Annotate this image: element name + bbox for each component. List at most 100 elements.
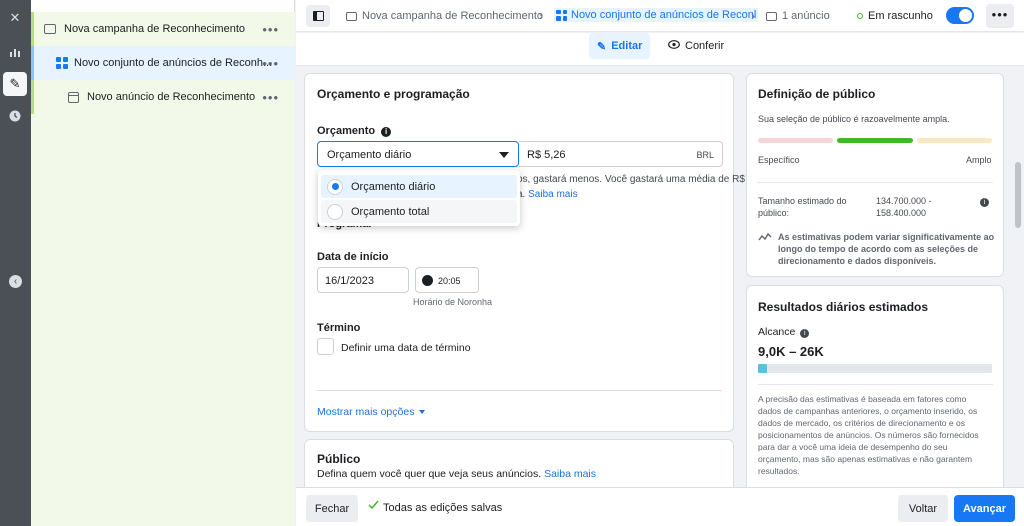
audience-meter-high [917, 138, 992, 143]
audience-def-subtitle: Sua seleção de público é razoavelmente a… [758, 114, 950, 124]
start-date-input[interactable]: 16/1/2023 [317, 267, 409, 293]
breadcrumb-ad-set-label: Novo conjunto de anúncios de Reconl [571, 9, 757, 21]
option-daily-budget[interactable]: Orçamento diário [321, 175, 517, 198]
info-icon[interactable]: i [980, 198, 989, 207]
left-rail: ✕ ✎ ‹ [0, 0, 31, 526]
daily-results-title: Resultados diários estimados [758, 300, 929, 314]
close-button[interactable]: Fechar [306, 495, 358, 522]
end-date-checkbox[interactable] [317, 338, 334, 355]
back-button[interactable]: Voltar [898, 495, 948, 522]
tab-edit-label: Editar [611, 40, 643, 52]
tree-ad-set-label: Novo conjunto de anúncios de Reconh... [74, 57, 273, 69]
disclaimer-line: para dar a você uma ideia de desempenho … [758, 442, 948, 452]
tab-review[interactable]: Conferir [660, 33, 732, 59]
audience-card-title: Público [317, 452, 361, 466]
meter-broad-label: Amplo [966, 155, 992, 165]
size-value-2: 158.400.000 [876, 208, 927, 218]
size-value-1: 134.700.000 - [876, 196, 932, 206]
breadcrumb-campaign[interactable]: Nova campanha de Reconhecimento [346, 10, 543, 22]
tree-campaign-label: Nova campanha de Reconhecimento [64, 23, 246, 35]
option-daily-budget-label: Orçamento diário [351, 180, 436, 193]
start-date-value: 16/1/2023 [325, 275, 374, 287]
tree-item-ad-set[interactable]: Novo conjunto de anúncios de Reconh... •… [31, 46, 295, 80]
show-more-options-link[interactable]: Mostrar mais opções [317, 406, 426, 418]
tab-edit[interactable]: ✎ Editar [589, 33, 651, 59]
tab-review-label: Conferir [685, 40, 725, 52]
edit-pencil-icon[interactable]: ✎ [3, 72, 27, 96]
mode-bar: ✎ Editar Conferir [296, 33, 1024, 66]
breadcrumb-ad-set[interactable]: Novo conjunto de anúncios de Reconl [554, 8, 759, 22]
tree-ad-label: Novo anúncio de Reconhecimento [87, 91, 256, 103]
disclaimer-line: posicionamentos de anúncios. Os números … [758, 430, 979, 440]
size-label-2: público: [758, 208, 790, 218]
start-date-label: Data de início [317, 251, 389, 263]
publish-toggle[interactable] [946, 7, 974, 24]
info-icon[interactable]: i [381, 127, 392, 137]
more-options-icon[interactable]: ••• [262, 56, 279, 71]
audience-definition-card: Definição de público Sua seleção de públ… [746, 73, 1004, 277]
budget-schedule-card: Orçamento e programação Orçamento i Orça… [304, 73, 745, 432]
estimate-note-1: As estimativas podem variar significativ… [778, 232, 995, 242]
budget-hint-line2: a. Saiba mais [517, 189, 578, 200]
estimate-note-2: longo do tempo de acordo com as seleções… [778, 244, 979, 254]
toggle-panel-button[interactable] [306, 5, 330, 27]
status-dot-icon [857, 13, 863, 19]
reports-chart-icon[interactable] [3, 40, 27, 64]
audience-def-title: Definição de público [758, 87, 876, 101]
main-scrollbar[interactable] [1012, 67, 1024, 487]
audience-learn-more-link[interactable]: Saiba mais [544, 468, 596, 480]
budget-amount-input[interactable]: R$ 5,26 BRL [519, 141, 723, 167]
chevron-right-icon: › [751, 9, 755, 23]
daily-results-card: Resultados diários estimados Alcance i 9… [746, 285, 1004, 487]
learn-more-link[interactable]: Saiba mais [528, 189, 577, 200]
budget-amount-value: R$ 5,26 [527, 149, 566, 161]
close-icon[interactable]: ✕ [3, 6, 27, 30]
radio-selected-icon [327, 178, 343, 195]
main-content: Orçamento e programação Orçamento i Orça… [296, 67, 1024, 487]
ad-set-grid-icon [556, 9, 567, 21]
chevron-right-icon: › [539, 9, 543, 23]
budget-type-select[interactable]: Orçamento diário [317, 141, 519, 167]
eye-icon [668, 40, 680, 52]
folder-icon [346, 11, 357, 21]
sidebar-toggle-icon [312, 11, 324, 21]
audience-meter-low [758, 138, 833, 143]
draft-status: Em rascunho [868, 10, 933, 22]
next-button[interactable]: Avançar [954, 495, 1015, 522]
more-options-icon[interactable]: ••• [262, 90, 279, 105]
check-icon [368, 500, 379, 512]
option-total-budget[interactable]: Orçamento total [321, 200, 517, 223]
start-time-input[interactable]: 20:05 [415, 267, 479, 293]
bottom-bar: Fechar Todas as edições salvas Voltar Av… [296, 487, 1024, 526]
reach-label: Alcance i [758, 326, 810, 338]
more-options-icon[interactable]: ••• [262, 22, 279, 37]
breadcrumb-ads-label: 1 anúncio [782, 10, 830, 22]
saved-status: Todas as edições salvas [383, 502, 503, 514]
info-icon[interactable]: i [800, 329, 810, 338]
folder-icon [44, 24, 56, 34]
tree-item-ad[interactable]: Novo anúncio de Reconhecimento ••• [31, 80, 295, 114]
budget-type-value: Orçamento diário [327, 149, 412, 161]
size-label-1: Tamanho estimado do [758, 196, 847, 206]
scrollbar-thumb[interactable] [1015, 162, 1021, 228]
collapse-chevron-icon[interactable]: ‹ [9, 275, 22, 288]
show-more-options-label: Mostrar mais opções [317, 406, 415, 418]
budget-label-text: Orçamento [317, 125, 376, 137]
top-bar: Nova campanha de Reconhecimento › Novo c… [296, 0, 1024, 32]
ad-window-icon [766, 11, 777, 21]
section-divider [317, 390, 722, 391]
audience-card: Público Defina quem você quer que veja s… [304, 439, 734, 487]
breadcrumb-ads[interactable]: 1 anúncio [766, 10, 830, 22]
more-actions-button[interactable]: ••• [986, 4, 1014, 28]
disclaimer-line: dados de campanhas anteriores, o orçamen… [758, 406, 978, 416]
tree-item-campaign[interactable]: Nova campanha de Reconhecimento ••• [31, 12, 295, 46]
clock-icon [422, 275, 433, 286]
history-clock-icon[interactable] [3, 104, 27, 128]
budget-hint-line1: os, gastará menos. Você gastará uma médi… [517, 174, 745, 185]
audience-description: Defina quem você quer que veja seus anún… [317, 468, 596, 480]
campaign-tree: Nova campanha de Reconhecimento ••• Novo… [31, 0, 295, 526]
breadcrumb-campaign-label: Nova campanha de Reconhecimento [362, 10, 544, 22]
disclaimer-line: A precisão das estimativas é baseada em … [758, 394, 967, 404]
budget-label: Orçamento i [317, 125, 392, 137]
estimate-disclaimer: A precisão das estimativas é baseada em … [758, 393, 998, 477]
